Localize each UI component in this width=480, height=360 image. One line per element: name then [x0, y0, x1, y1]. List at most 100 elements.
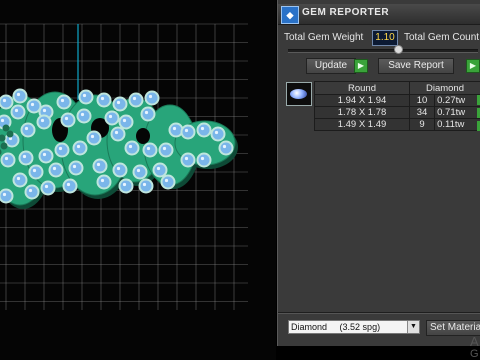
gem-stone: [154, 164, 166, 176]
gem-stone: [142, 108, 154, 120]
table-row[interactable]: 1.78 X 1.78 34 0.71tw: [314, 106, 480, 119]
gem-size-cell: 1.94 X 1.94: [314, 94, 410, 107]
gem-highlight: [24, 126, 29, 131]
gem-highlight: [114, 130, 119, 135]
panel-titlebar: ◆ GEM REPORTER: [278, 4, 480, 25]
watermark-letter: A: [470, 334, 479, 349]
round-gem-icon: [290, 89, 307, 99]
chevron-down-icon[interactable]: ▼: [407, 321, 419, 333]
gem-stone: [70, 162, 82, 174]
gem-highlight: [4, 156, 9, 161]
gem-weight-cell: 0.27tw: [434, 94, 480, 107]
3d-viewport[interactable]: [0, 0, 276, 360]
gem-highlight: [40, 118, 45, 123]
gem-stone: [182, 154, 194, 166]
gem-stone: [162, 176, 174, 188]
gem-highlight: [66, 182, 71, 187]
gem-highlight: [164, 178, 169, 183]
gem-stone: [88, 132, 100, 144]
gem-highlight: [172, 126, 177, 131]
gem-stone: [12, 106, 24, 118]
gem-stone: [50, 164, 62, 176]
gem-highlight: [80, 112, 85, 117]
total-gem-count-label: Total Gem Count: [404, 32, 480, 43]
gem-stone: [198, 154, 210, 166]
gem-highlight: [128, 144, 133, 149]
panel-slider-knob[interactable]: [394, 45, 403, 54]
gem-stone: [170, 124, 182, 136]
gem-highlight: [72, 164, 77, 169]
gem-stone: [114, 98, 126, 110]
gem-highlight: [144, 110, 149, 115]
gem-weight-cell: 0.11tw: [434, 118, 480, 131]
watermark-letter: G: [470, 348, 479, 360]
gem-stone: [140, 180, 152, 192]
gem-stone: [40, 150, 52, 162]
gem-highlight: [2, 98, 7, 103]
jewelry-cutout: [136, 128, 150, 144]
gem-stone: [80, 91, 92, 103]
gem-stone: [120, 180, 132, 192]
panel-slider-track[interactable]: [288, 49, 478, 53]
gem-stone: [42, 182, 54, 194]
update-button[interactable]: Update: [306, 58, 356, 74]
material-column-header: Diamond: [409, 81, 480, 95]
gem-size-cell: 1.78 X 1.78: [314, 106, 410, 119]
gem-reporter-panel: ◆ GEM REPORTER Total Gem Weight 1.10 Tot…: [277, 0, 480, 346]
table-row[interactable]: 1.49 X 1.49 9 0.11tw: [314, 118, 480, 131]
shape-column-header: Round: [314, 81, 410, 95]
table-row[interactable]: 1.94 X 1.94 10 0.27tw: [314, 94, 480, 107]
gem-highlight: [222, 144, 227, 149]
gem-highlight: [22, 154, 27, 159]
gem-highlight: [132, 96, 137, 101]
gem-table: Round Diamond 1.94 X 1.94 10 0.27tw 1.78…: [314, 81, 480, 131]
gem-stone: [30, 166, 42, 178]
gem-stone: [56, 144, 68, 156]
viewport-canvas[interactable]: [0, 0, 276, 360]
gem-stone: [126, 142, 138, 154]
gem-highlight: [146, 146, 151, 151]
gem-stone: [64, 180, 76, 192]
gem-stone: [212, 128, 224, 140]
gem-stone: [98, 176, 110, 188]
gem-stone: [114, 164, 126, 176]
gem-highlight: [108, 114, 113, 119]
gem-stone: [14, 90, 26, 102]
panel-divider: [278, 312, 480, 314]
gem-weight-cell: 0.71tw: [434, 106, 480, 119]
gem-highlight: [58, 146, 63, 151]
gem-stone: [94, 160, 106, 172]
gem-highlight: [100, 96, 105, 101]
gem-highlight: [214, 130, 219, 135]
gem-reporter-app-icon: ◆: [281, 6, 299, 24]
gem-highlight: [100, 178, 105, 183]
gem-stone: [160, 144, 172, 156]
gem-highlight: [156, 166, 161, 171]
gem-highlight: [116, 100, 121, 105]
gem-highlight: [60, 98, 65, 103]
gem-stone: [220, 142, 232, 154]
gem-size-cell: 1.49 X 1.49: [314, 118, 410, 131]
gem-stone: [112, 128, 124, 140]
gem-stone: [20, 152, 32, 164]
bead: [2, 124, 10, 132]
panel-title: GEM REPORTER: [302, 7, 390, 18]
material-select[interactable]: Diamond (3.52 spg) ▼: [288, 320, 420, 334]
gem-highlight: [42, 108, 47, 113]
update-go-icon[interactable]: ▶: [354, 59, 368, 73]
save-report-button[interactable]: Save Report: [378, 58, 454, 74]
gem-stone: [130, 94, 142, 106]
save-report-go-icon[interactable]: ▶: [466, 59, 480, 73]
gem-highlight: [122, 182, 127, 187]
gem-highlight: [0, 118, 5, 123]
gem-highlight: [148, 94, 153, 99]
gem-stone: [98, 94, 110, 106]
gem-stone: [134, 166, 146, 178]
gem-highlight: [200, 156, 205, 161]
gem-highlight: [14, 108, 19, 113]
material-select-value: Diamond: [291, 322, 328, 332]
gem-stone: [26, 186, 38, 198]
gem-stone: [78, 110, 90, 122]
material-density: (3.52 spg): [339, 322, 381, 332]
gem-stone: [198, 124, 210, 136]
